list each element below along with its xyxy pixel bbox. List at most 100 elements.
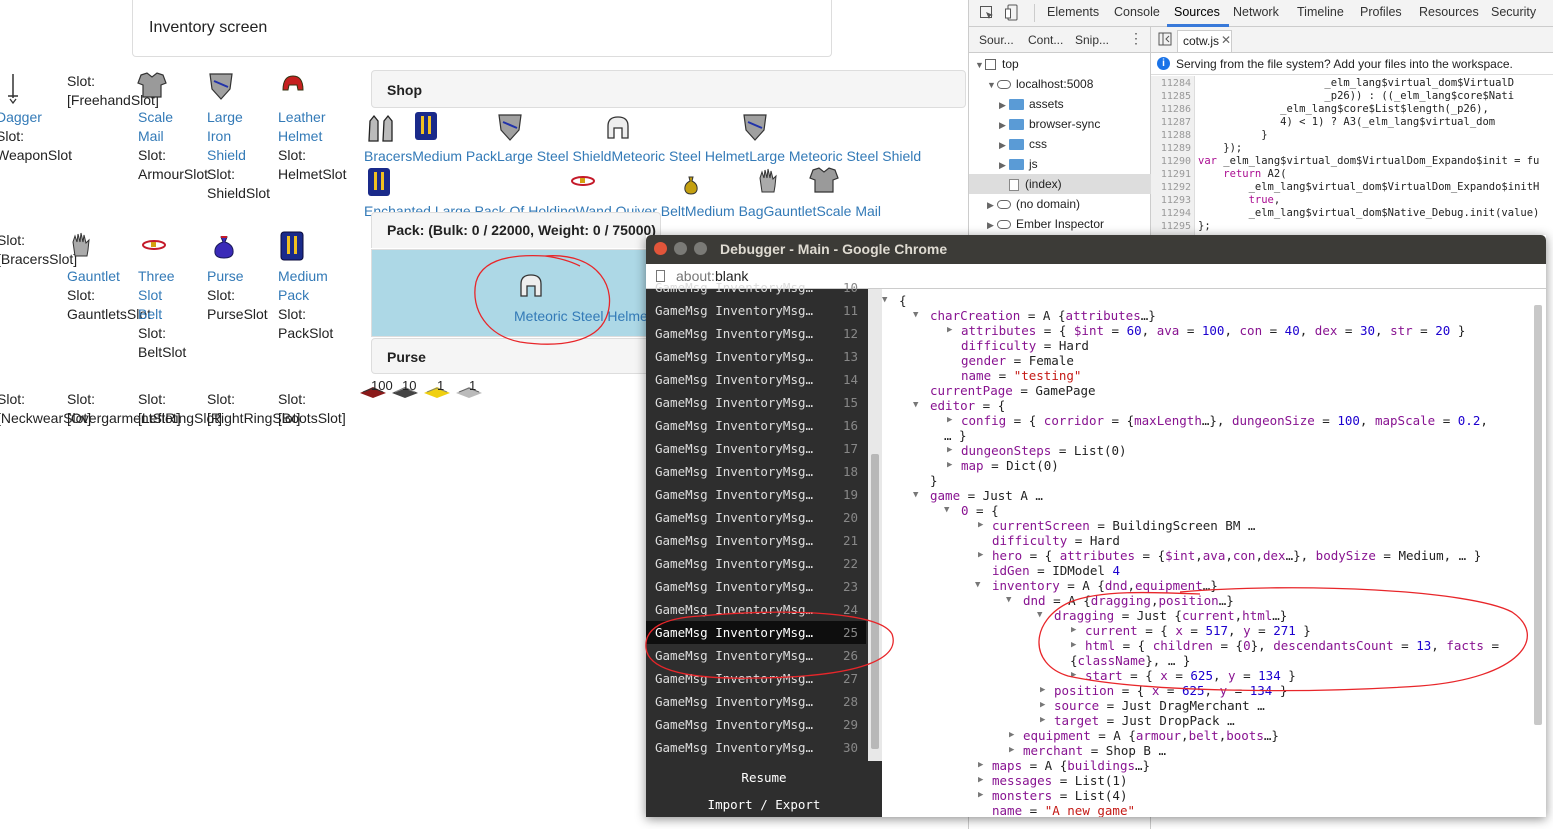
code-line[interactable]: }; [1198, 220, 1211, 232]
tree-item[interactable]: ▼ localhost:5008 [969, 74, 1151, 94]
shield-icon[interactable] [497, 112, 523, 145]
shield-icon[interactable] [742, 112, 768, 145]
equip-item-leather-helmet[interactable]: Leather Helmet Slot: HelmetSlot [278, 108, 346, 184]
line-number[interactable]: 11294 [1153, 208, 1191, 219]
pack-drop-zone[interactable]: Meteoric Steel Helmet [371, 249, 661, 337]
helmet-icon[interactable] [281, 74, 305, 99]
line-number[interactable]: 11292 [1153, 182, 1191, 193]
model-entry[interactable]: ▶ target = Just DropPack … [1040, 713, 1235, 728]
collapse-arrow-icon[interactable]: ▼ [944, 505, 949, 515]
tab-elements[interactable]: Elements [1047, 5, 1099, 19]
expand-arrow-icon[interactable]: ▶ [1071, 670, 1076, 680]
model-entry[interactable]: ▼ dragging = Just {current,html…} [1037, 608, 1287, 623]
scale-mail-icon[interactable] [137, 71, 167, 102]
message-scrollbar[interactable] [868, 289, 882, 761]
model-entry[interactable]: ▼{ [882, 293, 907, 308]
purse-icon[interactable] [212, 233, 236, 262]
tab-resources[interactable]: Resources [1419, 5, 1479, 19]
message-row[interactable]: GameMsg InventoryMsg… 27 [646, 667, 866, 690]
expand-arrow-icon[interactable]: ▶ [947, 325, 952, 335]
model-entry[interactable]: ▶ dungeonSteps = List(0) [947, 443, 1127, 458]
shop-item[interactable]: Large Steel Shield [497, 148, 611, 164]
equip-item-scale-mail[interactable]: Scale Mail Slot: ArmourSlot [138, 108, 208, 184]
scrollbar-thumb[interactable] [1534, 305, 1542, 725]
belt-icon[interactable] [569, 174, 597, 191]
expand-arrow-icon[interactable]: ▶ [947, 415, 952, 425]
pack-icon[interactable] [279, 230, 305, 265]
tab-network[interactable]: Network [1233, 5, 1279, 19]
expand-arrow-icon[interactable]: ▶ [1040, 700, 1045, 710]
tab-sources[interactable]: Sources [1174, 5, 1220, 19]
message-row[interactable]: GameMsg InventoryMsg… 14 [646, 368, 866, 391]
model-entry[interactable]: ▶ source = Just DragMerchant … [1040, 698, 1265, 713]
device-mode-icon[interactable] [1005, 4, 1019, 25]
close-icon[interactable]: ✕ [1221, 33, 1231, 47]
expand-arrow-icon[interactable]: ▶ [978, 550, 983, 560]
code-line[interactable]: true, [1198, 194, 1281, 206]
expand-arrow-icon[interactable]: ▶ [947, 445, 952, 455]
message-row[interactable]: GameMsg InventoryMsg… 16 [646, 414, 866, 437]
model-entry[interactable]: ▼ editor = { [913, 398, 1005, 413]
tree-item[interactable]: ▶ assets [969, 94, 1151, 114]
equip-slot-boots[interactable]: Slot: [BootsSlot] [278, 390, 346, 428]
collapse-arrow-icon[interactable]: ▼ [882, 295, 887, 305]
code-line[interactable]: return A2( [1198, 168, 1286, 180]
tree-item[interactable]: ▼ top [969, 54, 1151, 74]
scale-mail-icon[interactable] [809, 166, 839, 197]
message-row[interactable]: GameMsg InventoryMsg… 15 [646, 391, 866, 414]
line-number[interactable]: 11291 [1153, 169, 1191, 180]
model-entry[interactable]: ▼ game = Just A … [913, 488, 1043, 503]
item-name[interactable]: Three Slot Belt [138, 267, 186, 324]
expand-arrow-icon[interactable]: ▶ [978, 760, 983, 770]
expand-arrow-icon[interactable]: ▶ [1040, 685, 1045, 695]
equip-item-dagger[interactable]: Dagger Slot: WeaponSlot [0, 108, 72, 165]
code-line[interactable]: 4) < 1) ? A3(_elm_lang$virtual_dom [1198, 116, 1495, 128]
message-row[interactable]: GameMsg InventoryMsg… 21 [646, 529, 866, 552]
expand-arrow-icon[interactable]: ▶ [1009, 745, 1014, 755]
collapse-arrow-icon[interactable]: ▼ [1037, 610, 1042, 620]
resume-button[interactable]: Resume [646, 770, 882, 785]
collapse-arrow-icon[interactable]: ▼ [913, 310, 918, 320]
maximize-window-button[interactable] [694, 242, 707, 255]
model-scrollbar[interactable] [1532, 289, 1544, 817]
expand-arrow-icon[interactable]: ▶ [1071, 625, 1076, 635]
code-line[interactable]: _elm_lang$virtual_dom$Native_Debug.init(… [1198, 207, 1540, 219]
gauntlet-icon[interactable] [69, 230, 93, 263]
line-number[interactable]: 11286 [1153, 104, 1191, 115]
tab-timeline[interactable]: Timeline [1297, 5, 1344, 19]
model-entry[interactable]: ▶ hero = { attributes = {$int,ava,con,dex… [978, 548, 1481, 563]
line-number[interactable]: 11285 [1153, 91, 1191, 102]
model-entry[interactable]: ▼ 0 = { [944, 503, 999, 518]
line-number[interactable]: 11289 [1153, 143, 1191, 154]
window-titlebar[interactable]: Debugger - Main - Google Chrome [646, 235, 1546, 264]
model-entry[interactable]: ▶ messages = List(1) [978, 773, 1127, 788]
message-row[interactable]: GameMsg InventoryMsg… 22 [646, 552, 866, 575]
toggle-navigator-icon[interactable] [1158, 32, 1172, 49]
code-line[interactable]: _elm_lang$core$List$length(_p26), [1198, 103, 1489, 115]
line-number[interactable]: 11287 [1153, 117, 1191, 128]
shop-item[interactable]: Meteoric Steel Helmet [611, 148, 749, 164]
code-line[interactable]: }); [1198, 142, 1242, 154]
message-row[interactable]: GameMsg InventoryMsg… 10 [646, 276, 866, 299]
close-window-button[interactable] [654, 242, 667, 255]
item-name[interactable]: Medium Pack [278, 267, 333, 305]
tree-item[interactable]: ▶ Ember Inspector [969, 214, 1151, 234]
message-row[interactable]: GameMsg InventoryMsg… 13 [646, 345, 866, 368]
tree-item[interactable]: ▶ (no domain) [969, 194, 1151, 214]
code-line[interactable]: _elm_lang$virtual_dom$VirtualDom_Expando… [1198, 181, 1540, 193]
message-row[interactable]: GameMsg InventoryMsg… 26 [646, 644, 866, 667]
minimize-window-button[interactable] [674, 242, 687, 255]
item-name[interactable]: Leather Helmet [278, 108, 346, 146]
dagger-icon[interactable] [4, 72, 22, 107]
subtab-content-scripts[interactable]: Cont... [1028, 33, 1063, 47]
file-tab[interactable]: cotw.js ✕ [1177, 30, 1232, 52]
tree-item[interactable]: ▶ css [969, 134, 1151, 154]
model-entry[interactable]: ▶ attributes = { $int = 60, ava = 100, co… [947, 323, 1465, 338]
equip-item-large-iron-shield[interactable]: Large Iron Shield Slot: ShieldSlot [207, 108, 270, 203]
more-icon[interactable]: ⋮ [1129, 30, 1143, 47]
model-entry[interactable]: ▶ start = { x = 625, y = 134 } [1071, 668, 1296, 683]
tree-item[interactable]: ▶ js [969, 154, 1151, 174]
expand-arrow-icon[interactable]: ▶ [1009, 730, 1014, 740]
model-entry[interactable]: ▶ monsters = List(4) [978, 788, 1127, 803]
expand-arrow-icon[interactable]: ▶ [1040, 715, 1045, 725]
